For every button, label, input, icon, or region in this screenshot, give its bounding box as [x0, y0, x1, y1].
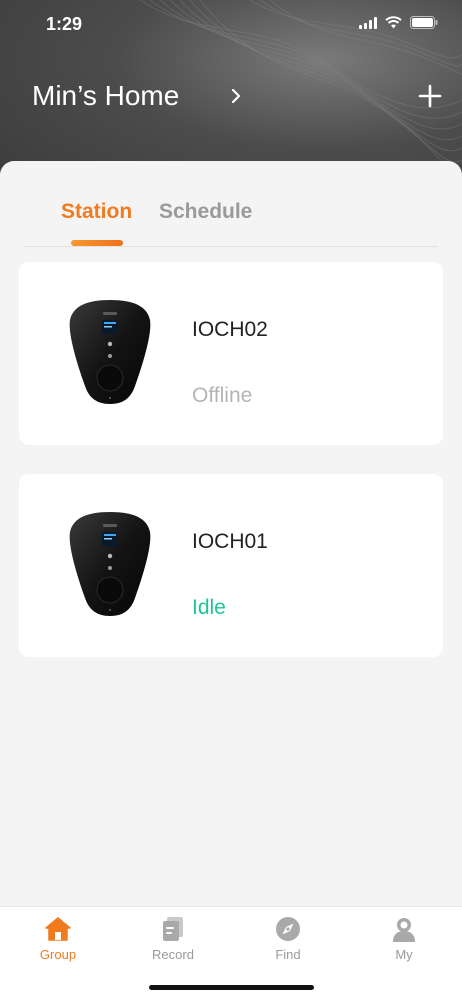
station-name: IOCH01	[192, 530, 268, 553]
tabbar-item-my[interactable]: My	[364, 915, 444, 962]
tab-schedule[interactable]: Schedule	[159, 200, 252, 224]
home-indicator	[149, 985, 314, 990]
station-status: Offline	[192, 384, 253, 407]
tabbar-item-group[interactable]: Group	[18, 915, 98, 962]
station-card[interactable]: IOCH02 Offline	[19, 262, 443, 445]
home-title[interactable]: Min’s Home	[32, 80, 179, 112]
status-bar: 1:29	[0, 0, 462, 50]
tabbar-label: My	[395, 947, 413, 962]
tab-divider	[24, 246, 438, 247]
wifi-icon	[385, 16, 402, 29]
battery-icon	[410, 16, 438, 29]
tabbar-item-find[interactable]: Find	[248, 915, 328, 962]
tabbar-label: Group	[39, 947, 77, 962]
station-card[interactable]: IOCH01 Idle	[19, 474, 443, 657]
home-icon	[45, 917, 71, 941]
tab-station[interactable]: Station	[61, 200, 132, 224]
station-name: IOCH02	[192, 318, 268, 341]
tabbar-label: Record	[152, 947, 194, 962]
tabbar-item-record[interactable]: Record	[133, 915, 213, 962]
status-time: 1:29	[46, 14, 83, 34]
compass-icon	[276, 917, 300, 941]
charger-image	[69, 512, 151, 616]
record-icon	[163, 917, 183, 941]
tabbar-label: Find	[275, 947, 301, 962]
person-icon	[393, 918, 415, 942]
charger-image	[69, 300, 151, 404]
chevron-right-icon[interactable]	[228, 86, 244, 106]
status-icons	[359, 16, 438, 29]
add-icon[interactable]	[418, 84, 442, 108]
station-status: Idle	[192, 596, 226, 619]
signal-icon	[359, 16, 377, 29]
